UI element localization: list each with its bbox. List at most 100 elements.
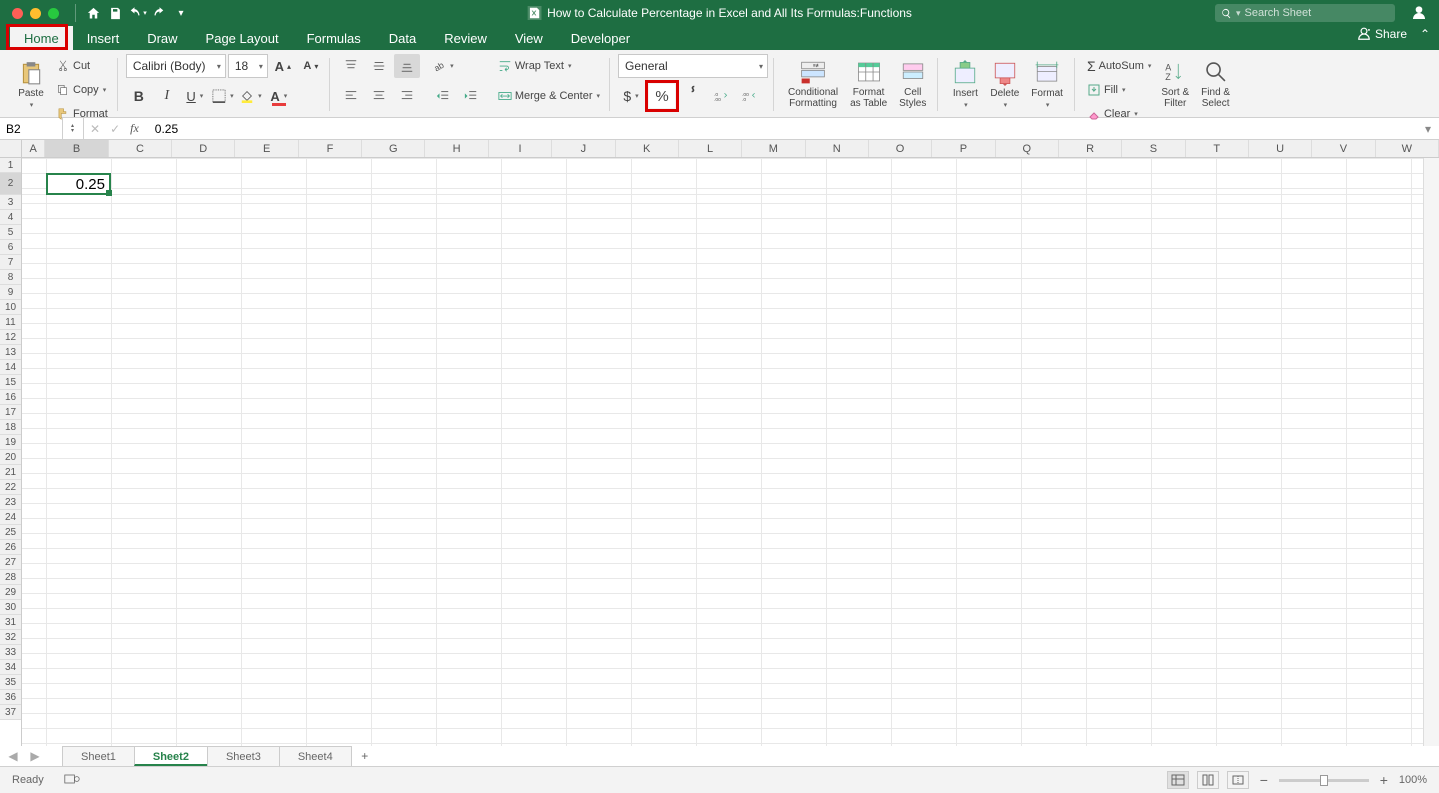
row-header-3[interactable]: 3	[0, 195, 21, 210]
row-header-5[interactable]: 5	[0, 225, 21, 240]
copy-button[interactable]: Copy▾	[52, 78, 112, 102]
row-header-23[interactable]: 23	[0, 495, 21, 510]
insert-cells-button[interactable]: Insert▾	[946, 54, 984, 114]
tab-page-layout[interactable]: Page Layout	[192, 26, 293, 50]
collapse-ribbon-icon[interactable]: ⌃	[1417, 26, 1433, 42]
column-header-i[interactable]: I	[489, 140, 552, 157]
row-header-15[interactable]: 15	[0, 375, 21, 390]
row-header-24[interactable]: 24	[0, 510, 21, 525]
row-header-29[interactable]: 29	[0, 585, 21, 600]
row-header-20[interactable]: 20	[0, 450, 21, 465]
comma-button[interactable]: ⸯ	[680, 84, 706, 108]
cells-area[interactable]: 0.25	[22, 158, 1439, 746]
zoom-in-button[interactable]: +	[1377, 772, 1391, 788]
row-header-19[interactable]: 19	[0, 435, 21, 450]
format-painter-button[interactable]: Format	[52, 102, 112, 126]
row-header-9[interactable]: 9	[0, 285, 21, 300]
column-header-b[interactable]: B	[45, 140, 108, 157]
tab-developer[interactable]: Developer	[557, 26, 644, 50]
tab-draw[interactable]: Draw	[133, 26, 191, 50]
row-header-7[interactable]: 7	[0, 255, 21, 270]
font-color-button[interactable]: A▾	[266, 84, 292, 108]
column-header-q[interactable]: Q	[996, 140, 1059, 157]
percent-button[interactable]: %	[649, 84, 675, 108]
row-header-33[interactable]: 33	[0, 645, 21, 660]
column-header-d[interactable]: D	[172, 140, 235, 157]
zoom-level[interactable]: 100%	[1399, 774, 1427, 786]
tab-insert[interactable]: Insert	[73, 26, 134, 50]
font-name-select[interactable]: Calibri (Body)▾	[126, 54, 226, 78]
clear-button[interactable]: Clear▾	[1083, 102, 1155, 126]
align-right-button[interactable]	[394, 84, 420, 108]
row-header-8[interactable]: 8	[0, 270, 21, 285]
decrease-indent-button[interactable]	[430, 84, 456, 108]
underline-button[interactable]: U▾	[182, 84, 208, 108]
tab-review[interactable]: Review	[430, 26, 501, 50]
column-header-r[interactable]: R	[1059, 140, 1122, 157]
increase-font-button[interactable]: A▴	[270, 54, 296, 78]
row-header-34[interactable]: 34	[0, 660, 21, 675]
align-center-button[interactable]	[366, 84, 392, 108]
sheet-nav-prev[interactable]: ◀	[4, 747, 22, 765]
row-header-21[interactable]: 21	[0, 465, 21, 480]
share-button[interactable]: Share	[1353, 27, 1411, 41]
sheet-tab-sheet1[interactable]: Sheet1	[62, 746, 135, 766]
align-left-button[interactable]	[338, 84, 364, 108]
bold-button[interactable]: B	[126, 84, 152, 108]
expand-formula-bar-icon[interactable]: ▾	[1417, 122, 1439, 136]
column-header-g[interactable]: G	[362, 140, 425, 157]
number-format-select[interactable]: General▾	[618, 54, 768, 78]
column-header-h[interactable]: H	[425, 140, 488, 157]
column-header-c[interactable]: C	[109, 140, 172, 157]
row-header-18[interactable]: 18	[0, 420, 21, 435]
orientation-button[interactable]: ab▾	[430, 54, 456, 78]
user-icon[interactable]	[1411, 5, 1427, 21]
row-header-11[interactable]: 11	[0, 315, 21, 330]
currency-button[interactable]: $▾	[618, 84, 644, 108]
row-header-37[interactable]: 37	[0, 705, 21, 720]
wrap-text-button[interactable]: Wrap Text▾	[494, 54, 604, 78]
close-window-icon[interactable]	[12, 8, 23, 19]
decrease-font-button[interactable]: A▾	[298, 54, 324, 78]
column-header-t[interactable]: T	[1186, 140, 1249, 157]
paste-button[interactable]: Paste ▾	[12, 54, 50, 114]
save-icon[interactable]	[104, 2, 126, 24]
column-header-o[interactable]: O	[869, 140, 932, 157]
fullscreen-window-icon[interactable]	[48, 8, 59, 19]
undo-icon[interactable]: ▾	[126, 2, 148, 24]
row-header-28[interactable]: 28	[0, 570, 21, 585]
row-header-31[interactable]: 31	[0, 615, 21, 630]
sheet-tab-sheet3[interactable]: Sheet3	[207, 746, 280, 766]
row-header-27[interactable]: 27	[0, 555, 21, 570]
formula-input[interactable]	[151, 122, 1417, 136]
search-input[interactable]	[1245, 7, 1389, 19]
row-header-26[interactable]: 26	[0, 540, 21, 555]
zoom-out-button[interactable]: −	[1257, 772, 1271, 788]
column-header-s[interactable]: S	[1122, 140, 1185, 157]
column-header-p[interactable]: P	[932, 140, 995, 157]
italic-button[interactable]: I	[154, 84, 180, 108]
column-header-n[interactable]: N	[806, 140, 869, 157]
cell-styles-button[interactable]: Cell Styles	[893, 54, 932, 114]
row-header-22[interactable]: 22	[0, 480, 21, 495]
column-header-l[interactable]: L	[679, 140, 742, 157]
column-header-v[interactable]: V	[1312, 140, 1375, 157]
increase-decimal-button[interactable]: .0.00	[708, 84, 734, 108]
redo-icon[interactable]	[148, 2, 170, 24]
tab-view[interactable]: View	[501, 26, 557, 50]
sheet-tab-sheet2[interactable]: Sheet2	[134, 746, 208, 766]
search-sheet-box[interactable]: ▾	[1215, 4, 1395, 22]
vertical-scrollbar[interactable]	[1423, 158, 1439, 746]
zoom-slider[interactable]	[1279, 779, 1369, 782]
column-header-k[interactable]: K	[616, 140, 679, 157]
fill-color-button[interactable]: ▾	[238, 84, 264, 108]
page-break-view-button[interactable]	[1227, 771, 1249, 789]
find-select-button[interactable]: Find & Select	[1195, 54, 1236, 114]
row-header-32[interactable]: 32	[0, 630, 21, 645]
tab-data[interactable]: Data	[375, 26, 430, 50]
sheet-nav-next[interactable]: ▶	[26, 747, 44, 765]
merge-center-button[interactable]: Merge & Center▾	[494, 84, 604, 108]
fx-icon[interactable]: fx	[130, 121, 139, 136]
column-header-j[interactable]: J	[552, 140, 615, 157]
align-bottom-button[interactable]	[394, 54, 420, 78]
